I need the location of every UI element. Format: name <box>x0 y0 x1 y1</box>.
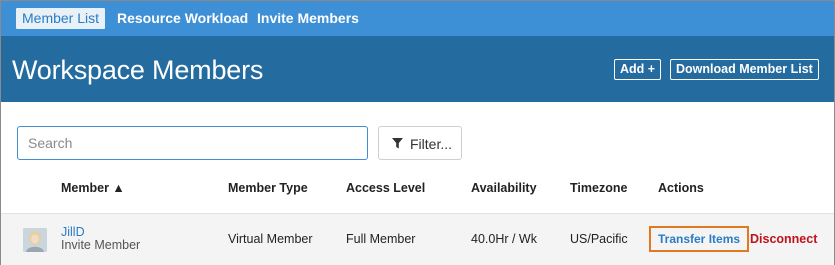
tab-invite-members[interactable]: Invite Members <box>257 8 359 29</box>
column-header-member[interactable]: Member ▲ <box>61 181 125 195</box>
column-header-availability[interactable]: Availability <box>471 181 537 195</box>
member-type-cell: Virtual Member <box>228 232 313 246</box>
member-subtitle: Invite Member <box>61 238 141 252</box>
page-title: Workspace Members <box>12 55 264 85</box>
disconnect-link[interactable]: Disconnect <box>750 232 817 246</box>
search-input[interactable] <box>17 126 368 160</box>
column-header-member-type[interactable]: Member Type <box>228 181 308 195</box>
availability-cell: 40.0Hr / Wk <box>471 232 537 246</box>
column-header-timezone[interactable]: Timezone <box>570 181 627 195</box>
top-nav: Member List Resource Workload Invite Mem… <box>1 1 834 36</box>
tab-member-list[interactable]: Member List <box>16 8 106 29</box>
column-header-actions: Actions <box>658 181 704 195</box>
transfer-items-button[interactable]: Transfer Items <box>649 226 750 252</box>
access-level-cell: Full Member <box>346 232 416 246</box>
tab-resource-workload[interactable]: Resource Workload <box>117 8 248 29</box>
download-member-list-button[interactable]: Download Member List <box>670 59 819 80</box>
filter-button[interactable]: Filter... <box>378 126 462 160</box>
avatar <box>23 228 47 252</box>
filter-label: Filter... <box>410 136 453 152</box>
member-name-link[interactable]: JillD <box>61 225 85 239</box>
column-header-access-level[interactable]: Access Level <box>346 181 425 195</box>
funnel-icon <box>392 138 403 149</box>
add-button[interactable]: Add + <box>614 59 662 80</box>
page-header: Workspace Members Add + Download Member … <box>1 36 834 102</box>
timezone-cell: US/Pacific <box>570 232 628 246</box>
table-row: JillD Invite Member Virtual Member Full … <box>1 213 834 265</box>
